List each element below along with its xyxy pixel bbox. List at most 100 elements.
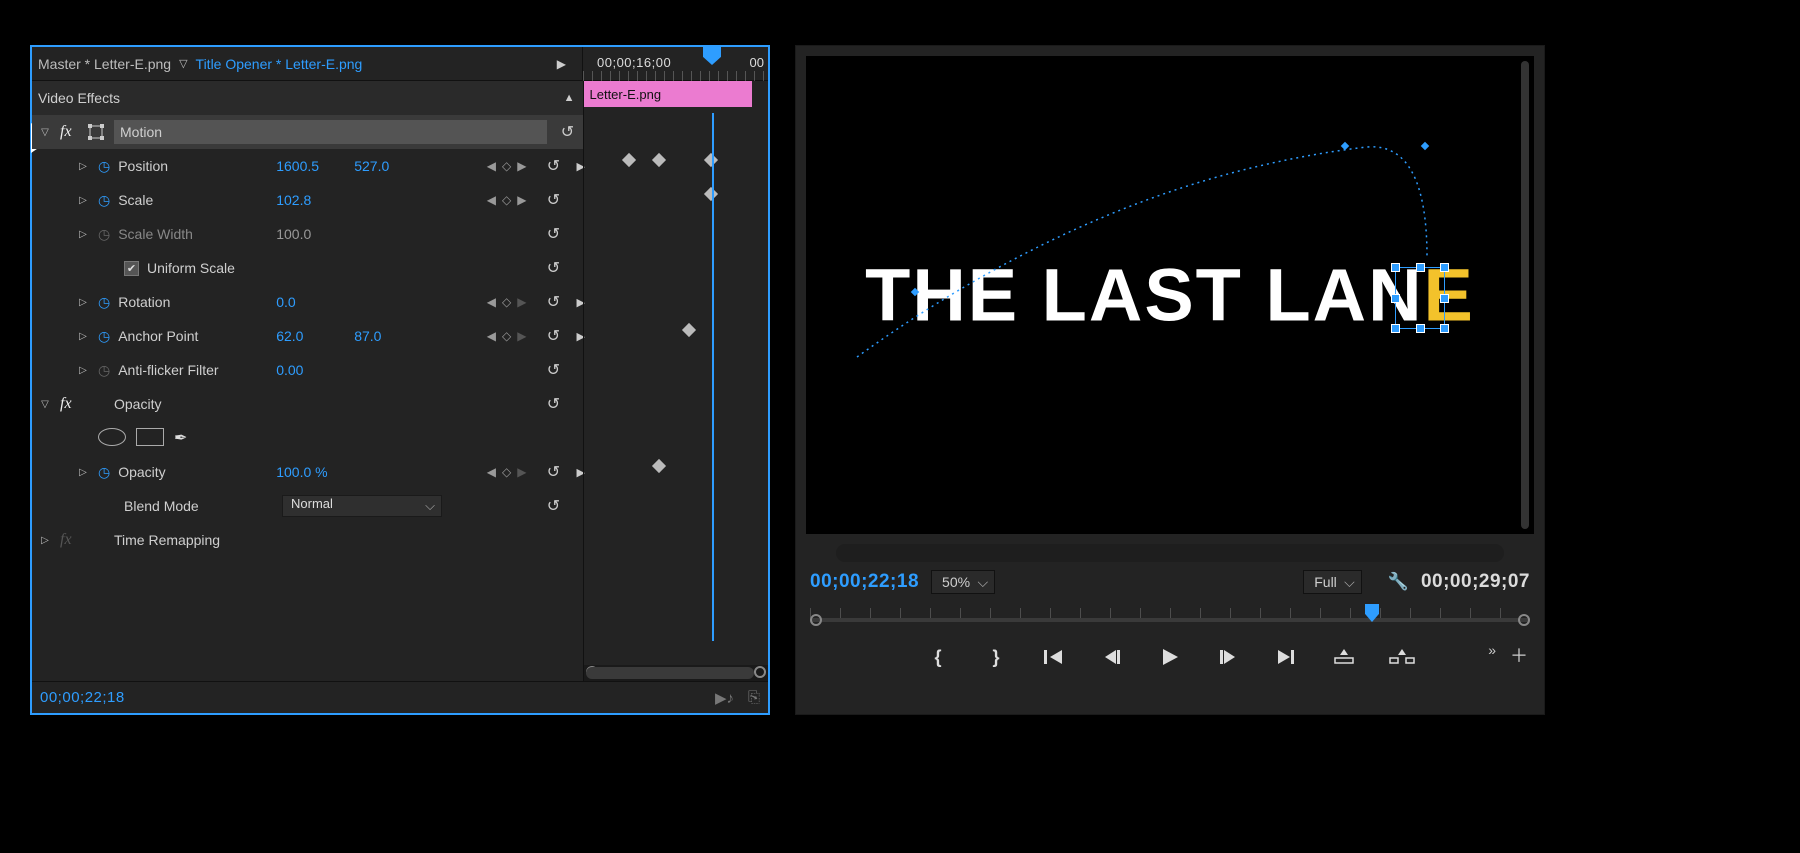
twirl-right-icon[interactable]: ▷: [76, 229, 90, 240]
rect-mask-icon[interactable]: [136, 428, 164, 446]
loop-playback-icon[interactable]: ▶♪: [715, 689, 734, 707]
reset-icon[interactable]: ↺: [541, 224, 567, 244]
prev-keyframe-icon[interactable]: ◀: [487, 193, 496, 207]
stopwatch-icon[interactable]: ◷: [98, 464, 110, 481]
keyframe-icon[interactable]: [651, 153, 665, 167]
reset-icon[interactable]: ↺: [541, 326, 567, 346]
go-to-in-icon[interactable]: [1037, 644, 1071, 670]
track-scrollbar[interactable]: [584, 665, 769, 681]
stopwatch-icon[interactable]: ◷: [98, 362, 110, 379]
twirl-right-icon[interactable]: ▷: [76, 195, 90, 206]
master-clip-label[interactable]: Master * Letter-E.png: [38, 56, 171, 72]
prev-keyframe-icon[interactable]: ◀: [487, 465, 496, 479]
add-keyframe-icon[interactable]: ◇: [502, 193, 511, 207]
monitor-scrub-bar[interactable]: [836, 544, 1504, 562]
more-controls-icon[interactable]: »: [1488, 642, 1492, 658]
prev-keyframe-icon[interactable]: ◀: [487, 329, 496, 343]
quality-select[interactable]: Full: [1303, 570, 1362, 594]
antiflicker-value[interactable]: 0.00: [276, 362, 346, 378]
keyframe-icon[interactable]: [621, 153, 635, 167]
extract-icon[interactable]: [1385, 644, 1419, 670]
collapse-up-icon[interactable]: ▲: [564, 92, 575, 104]
anchor-y-value[interactable]: 87.0: [354, 328, 424, 344]
twirl-down-icon[interactable]: ▽: [38, 399, 52, 410]
position-y-value[interactable]: 527.0: [354, 158, 424, 174]
add-keyframe-icon[interactable]: ◇: [502, 465, 511, 479]
viewport-scrollbar[interactable]: [1521, 61, 1529, 529]
footer-timecode[interactable]: 00;00;22;18: [40, 689, 125, 706]
step-forward-icon[interactable]: [1211, 644, 1245, 670]
twirl-right-icon[interactable]: ▷: [38, 535, 52, 546]
program-viewport[interactable]: THE LAST LANE: [806, 56, 1534, 534]
motion-effect-header[interactable]: ▽ fx Motion ↺: [32, 115, 583, 149]
time-remapping-header[interactable]: ▷ fx Time Remapping: [32, 523, 583, 557]
reset-icon[interactable]: ↺: [541, 394, 567, 414]
keyframe-track[interactable]: Letter-E.png: [583, 81, 769, 681]
export-frame-icon[interactable]: ⎘: [748, 689, 760, 707]
reset-icon[interactable]: ↺: [555, 122, 581, 142]
twirl-right-icon[interactable]: ▷: [76, 161, 90, 172]
reset-icon[interactable]: ↺: [541, 156, 567, 176]
position-x-value[interactable]: 1600.5: [276, 158, 346, 174]
fx-badge-icon[interactable]: fx: [60, 531, 80, 549]
stopwatch-icon[interactable]: ◷: [98, 226, 110, 243]
add-keyframe-icon[interactable]: ◇: [502, 295, 511, 309]
twirl-right-icon[interactable]: ▷: [76, 297, 90, 308]
current-timecode[interactable]: 00;00;22;18: [810, 571, 919, 593]
reset-icon[interactable]: ↺: [541, 462, 567, 482]
go-to-out-icon[interactable]: [1269, 644, 1303, 670]
reset-icon[interactable]: ↺: [541, 258, 567, 278]
fx-badge-icon[interactable]: fx: [60, 123, 80, 141]
monitor-time-ruler[interactable]: [810, 604, 1530, 634]
zoom-select[interactable]: 50%: [931, 570, 995, 594]
transform-box-icon[interactable]: [88, 124, 106, 140]
keyframe-icon[interactable]: [703, 187, 717, 201]
twirl-right-icon[interactable]: ▷: [76, 365, 90, 376]
prev-keyframe-icon[interactable]: ◀: [487, 159, 496, 173]
step-back-icon[interactable]: [1095, 644, 1129, 670]
selection-box[interactable]: [1395, 267, 1445, 329]
mark-in-icon[interactable]: {: [921, 644, 955, 670]
next-keyframe-icon[interactable]: ▶: [517, 159, 526, 173]
next-keyframe-icon[interactable]: ▶: [517, 193, 526, 207]
reset-icon[interactable]: ↺: [541, 292, 567, 312]
sequence-clip-label[interactable]: Title Opener * Letter-E.png: [196, 56, 363, 72]
pen-mask-icon[interactable]: ✒: [174, 428, 187, 448]
effect-time-ruler[interactable]: 00;00;16;00 00: [582, 47, 768, 81]
settings-wrench-icon[interactable]: 🔧: [1388, 572, 1409, 592]
stopwatch-icon[interactable]: ◷: [98, 158, 110, 175]
twirl-right-icon[interactable]: ▷: [76, 467, 90, 478]
anchor-x-value[interactable]: 62.0: [276, 328, 346, 344]
keyframe-icon[interactable]: [651, 459, 665, 473]
stopwatch-icon[interactable]: ◷: [98, 294, 110, 311]
rotation-value[interactable]: 0.0: [276, 294, 346, 310]
add-keyframe-icon[interactable]: ◇: [502, 329, 511, 343]
play-only-icon[interactable]: ▶: [557, 57, 566, 71]
lift-icon[interactable]: [1327, 644, 1361, 670]
clip-bar[interactable]: Letter-E.png: [584, 81, 752, 107]
add-keyframe-icon[interactable]: ◇: [502, 159, 511, 173]
chevron-down-icon[interactable]: ▽: [179, 57, 187, 70]
next-keyframe-icon[interactable]: ▶: [517, 329, 526, 343]
reset-icon[interactable]: ↺: [541, 360, 567, 380]
uniform-scale-checkbox[interactable]: ✔: [124, 261, 139, 276]
ellipse-mask-icon[interactable]: [98, 428, 126, 446]
reset-icon[interactable]: ↺: [541, 190, 567, 210]
keyframe-icon[interactable]: [681, 323, 695, 337]
next-keyframe-icon[interactable]: ▶: [517, 465, 526, 479]
stopwatch-icon[interactable]: ◷: [98, 328, 110, 345]
opacity-effect-header[interactable]: ▽ fx Opacity ↺: [32, 387, 583, 421]
keyframe-icon[interactable]: [703, 153, 717, 167]
scale-value[interactable]: 102.8: [276, 192, 346, 208]
reset-icon[interactable]: ↺: [541, 496, 567, 516]
opacity-value[interactable]: 100.0 %: [276, 464, 366, 480]
blend-mode-select[interactable]: Normal: [282, 495, 442, 517]
mark-out-icon[interactable]: }: [979, 644, 1013, 670]
playhead-icon[interactable]: [703, 47, 721, 65]
twirl-down-icon[interactable]: ▽: [38, 127, 52, 138]
stopwatch-icon[interactable]: ◷: [98, 192, 110, 209]
button-editor-icon[interactable]: ＋: [1510, 642, 1528, 668]
fx-badge-icon[interactable]: fx: [60, 395, 80, 413]
play-icon[interactable]: [1153, 644, 1187, 670]
prev-keyframe-icon[interactable]: ◀: [487, 295, 496, 309]
